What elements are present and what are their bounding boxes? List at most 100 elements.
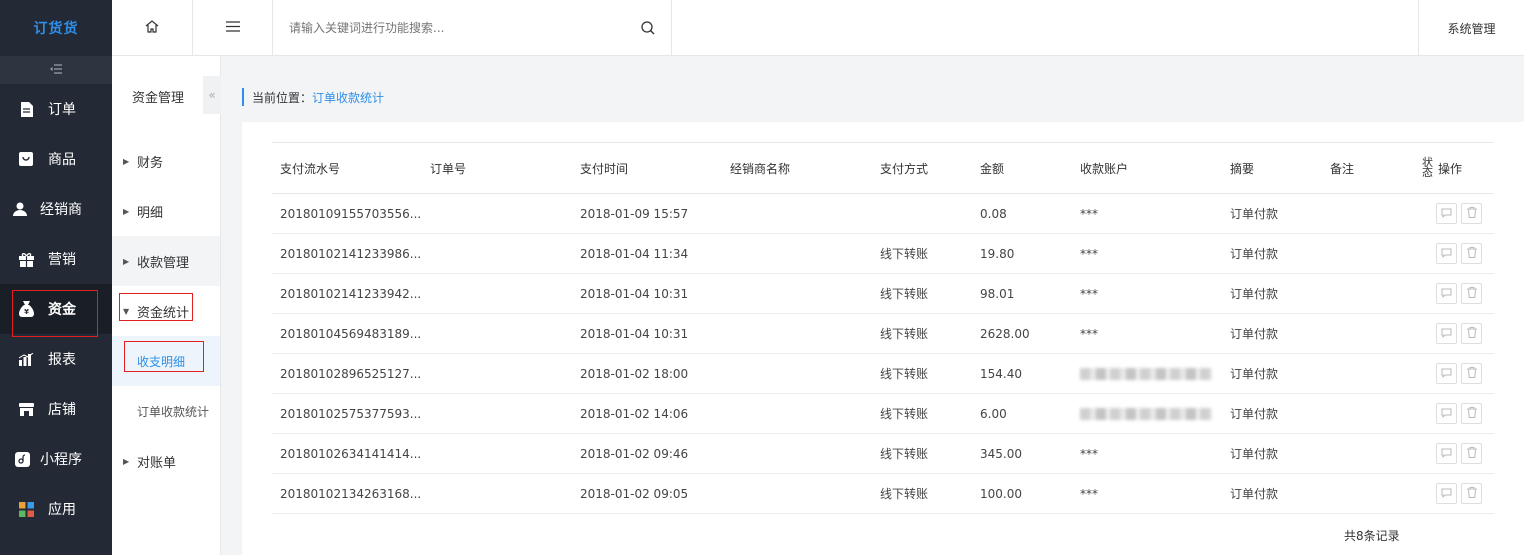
sidebar-item-funds[interactable]: ¥ 资金 — [0, 284, 112, 334]
main-sidebar: 订货货 订单 商品 经销商 营销 ¥ 资金 报表 店铺 小程序 应用 — [0, 0, 112, 555]
cell-ops — [1436, 313, 1494, 354]
comment-button[interactable] — [1436, 203, 1457, 224]
submenu-item-details[interactable]: ▶ 明细 — [112, 186, 220, 236]
comment-button[interactable] — [1436, 443, 1457, 464]
cell-summary: 订单付款 — [1222, 433, 1322, 474]
comment-button[interactable] — [1436, 403, 1457, 424]
payments-table: 支付流水号 订单号 支付时间 经销商名称 支付方式 金额 收款账户 摘要 备注 … — [272, 142, 1494, 514]
sidebar-item-products[interactable]: 商品 — [0, 134, 112, 184]
row-actions — [1436, 483, 1494, 504]
cell-remark — [1322, 233, 1422, 274]
hamburger-icon — [225, 20, 240, 36]
delete-button[interactable] — [1461, 403, 1482, 424]
submenu-child-order-collection-stats[interactable]: 订单收款统计 — [112, 386, 220, 436]
app-logo[interactable]: 订货货 — [0, 0, 112, 56]
cell-summary: 订单付款 — [1222, 273, 1322, 314]
cell-method: 线下转账 — [872, 353, 972, 394]
delete-button[interactable] — [1461, 363, 1482, 384]
cell-state — [1422, 353, 1436, 394]
comment-button[interactable] — [1436, 363, 1457, 384]
submenu-item-label: 明细 — [137, 205, 164, 221]
cell-method: 线下转账 — [872, 313, 972, 354]
cell-state — [1422, 273, 1436, 314]
cell-state — [1422, 393, 1436, 434]
sidebar-item-orders[interactable]: 订单 — [0, 84, 112, 134]
cell-dealer — [722, 273, 872, 314]
cell-method: 线下转账 — [872, 393, 972, 434]
delete-button[interactable] — [1461, 203, 1482, 224]
sidebar-item-marketing[interactable]: 营销 — [0, 234, 112, 284]
system-management-button[interactable]: 系统管理 — [1418, 0, 1524, 56]
cell-dealer — [722, 193, 872, 234]
cell-remark — [1322, 273, 1422, 314]
sidebar-item-label: 报表 — [48, 352, 76, 368]
cell-remark — [1322, 473, 1422, 514]
cell-summary: 订单付款 — [1222, 353, 1322, 394]
submenu-item-collection[interactable]: ▶ 收款管理 — [112, 236, 220, 286]
submenu-item-fund-stats[interactable]: ▼ 资金统计 — [112, 286, 220, 336]
cell-order — [422, 193, 572, 234]
delete-button[interactable] — [1461, 483, 1482, 504]
money-bag-icon: ¥ — [18, 301, 34, 317]
app-root: 订货货 订单 商品 经销商 营销 ¥ 资金 报表 店铺 小程序 应用 请输入关键… — [0, 0, 1524, 555]
comment-button[interactable] — [1436, 483, 1457, 504]
sidebar-item-label: 订单 — [48, 102, 76, 118]
cell-time: 2018-01-09 15:57 — [572, 193, 722, 234]
cell-account: *** — [1072, 193, 1222, 234]
bar-chart-icon — [18, 351, 34, 367]
submenu-item-statements[interactable]: ▶ 对账单 — [112, 436, 220, 486]
cell-remark — [1322, 313, 1422, 354]
sidebar-item-store[interactable]: 店铺 — [0, 384, 112, 434]
cell-time: 2018-01-04 10:31 — [572, 273, 722, 314]
cell-account — [1072, 393, 1222, 434]
cell-time: 2018-01-02 09:05 — [572, 473, 722, 514]
header-dealer: 经销商名称 — [722, 142, 872, 194]
cell-ops — [1436, 193, 1494, 234]
cell-ops — [1436, 233, 1494, 274]
cell-amount: 100.00 — [972, 473, 1072, 514]
comment-icon — [1441, 287, 1452, 301]
search-input[interactable] — [289, 13, 629, 43]
sidebar-item-mini-program[interactable]: 小程序 — [0, 434, 112, 484]
sidebar-item-dealers[interactable]: 经销商 — [0, 184, 112, 234]
comment-button[interactable] — [1436, 243, 1457, 264]
cell-amount: 154.40 — [972, 353, 1072, 394]
header-ops: 操作 — [1436, 142, 1494, 194]
trash-icon — [1466, 206, 1477, 221]
breadcrumb-current[interactable]: 订单收款统计 — [312, 89, 384, 106]
cell-ops — [1436, 393, 1494, 434]
submenu-item-label: 财务 — [137, 155, 164, 171]
search-icon[interactable] — [641, 21, 655, 39]
cell-remark — [1322, 433, 1422, 474]
table-row: 20180104569483189... 2018-01-04 10:31 线下转账… — [272, 313, 1494, 354]
user-icon — [12, 201, 28, 217]
table-row: 20180102141233942... 2018-01-04 10:31 线下转账… — [272, 273, 1494, 314]
trash-icon — [1466, 286, 1477, 301]
document-icon — [18, 101, 34, 117]
sidebar-item-apps[interactable]: 应用 — [0, 484, 112, 534]
menu-toggle-button[interactable] — [193, 0, 273, 56]
submenu-item-finance[interactable]: ▶ 财务 — [112, 136, 220, 186]
cell-state — [1422, 433, 1436, 474]
delete-button[interactable] — [1461, 283, 1482, 304]
redacted-account — [1080, 368, 1212, 380]
comment-button[interactable] — [1436, 323, 1457, 344]
home-button[interactable] — [112, 0, 193, 56]
main-content: 支付流水号 订单号 支付时间 经销商名称 支付方式 金额 收款账户 摘要 备注 … — [242, 122, 1524, 555]
delete-button[interactable] — [1461, 323, 1482, 344]
cell-account — [1072, 353, 1222, 394]
comment-button[interactable] — [1436, 283, 1457, 304]
delete-button[interactable] — [1461, 243, 1482, 264]
submenu-child-income-expense[interactable]: 收支明细 — [112, 336, 220, 386]
cell-order — [422, 353, 572, 394]
cell-account: *** — [1072, 473, 1222, 514]
cell-serial: 20180102141233986... — [272, 233, 422, 274]
submenu-collapse-button[interactable]: « — [203, 76, 221, 114]
delete-button[interactable] — [1461, 443, 1482, 464]
search-bar — [273, 0, 672, 56]
caret-right-icon: ▶ — [123, 206, 130, 216]
home-icon — [145, 19, 159, 37]
cell-ops — [1436, 273, 1494, 314]
sidebar-collapse-button[interactable] — [0, 56, 112, 84]
sidebar-item-reports[interactable]: 报表 — [0, 334, 112, 384]
